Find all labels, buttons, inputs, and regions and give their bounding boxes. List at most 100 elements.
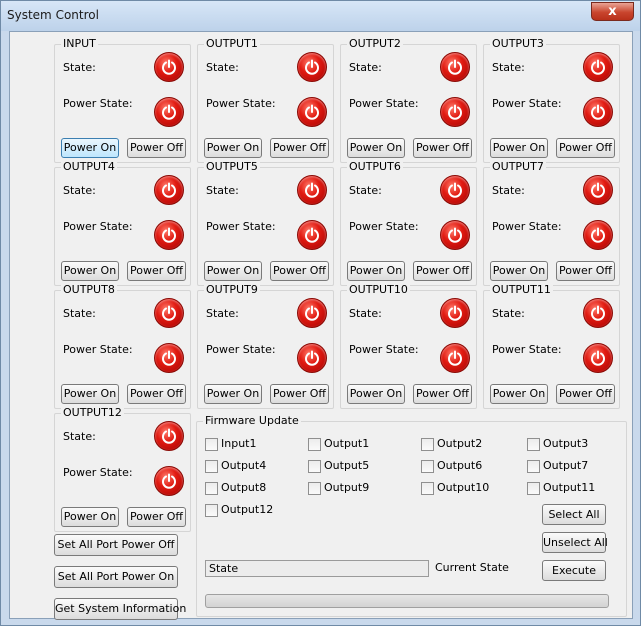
power-state-power-icon <box>154 97 184 127</box>
checkbox-output10[interactable] <box>421 482 434 495</box>
power-state-label: Power State: <box>349 343 419 356</box>
power-on-button[interactable]: Power On <box>61 507 119 527</box>
power-off-button[interactable]: Power Off <box>413 138 472 158</box>
power-on-button[interactable]: Power On <box>204 261 262 281</box>
checkbox-output12[interactable] <box>205 504 218 517</box>
set-all-power-on-button[interactable]: Set All Port Power On <box>54 566 178 588</box>
power-state-power-icon <box>154 343 184 373</box>
power-on-button[interactable]: Power On <box>204 138 262 158</box>
port-group-output1: OUTPUT1 State: Power State: Power On Power O… <box>197 37 334 163</box>
power-state-power-icon <box>297 343 327 373</box>
port-title: OUTPUT2 <box>347 37 403 50</box>
power-state-power-icon <box>154 220 184 250</box>
checkbox-label[interactable]: Output8 <box>221 481 266 494</box>
power-on-button[interactable]: Power On <box>490 384 548 404</box>
power-state-label: Power State: <box>63 466 133 479</box>
title-bar[interactable]: System Control x <box>1 1 640 31</box>
power-state-label: Power State: <box>492 97 562 110</box>
state-power-icon <box>154 52 184 82</box>
state-label: State: <box>492 307 525 320</box>
checkbox-label[interactable]: Output7 <box>543 459 588 472</box>
power-off-button[interactable]: Power Off <box>270 261 329 281</box>
power-on-button[interactable]: Power On <box>347 261 405 281</box>
checkbox-output9[interactable] <box>308 482 321 495</box>
power-off-button[interactable]: Power Off <box>413 384 472 404</box>
checkbox-label[interactable]: Output5 <box>324 459 369 472</box>
power-on-button[interactable]: Power On <box>490 261 548 281</box>
power-state-label: Power State: <box>492 343 562 356</box>
power-off-button[interactable]: Power Off <box>556 138 615 158</box>
port-group-output4: OUTPUT4 State: Power State: Power On Power O… <box>54 160 191 286</box>
close-button[interactable]: x <box>591 2 634 21</box>
port-group-output11: OUTPUT11 State: Power State: Power On Power … <box>483 283 620 409</box>
power-state-power-icon <box>583 220 613 250</box>
power-off-button[interactable]: Power Off <box>556 384 615 404</box>
power-off-button[interactable]: Power Off <box>270 384 329 404</box>
state-power-icon <box>583 175 613 205</box>
firmware-update-title: Firmware Update <box>203 414 301 427</box>
power-state-label: Power State: <box>63 220 133 233</box>
set-all-power-off-button[interactable]: Set All Port Power Off <box>54 534 178 556</box>
port-title: OUTPUT5 <box>204 160 260 173</box>
checkbox-output7[interactable] <box>527 460 540 473</box>
power-off-button[interactable]: Power Off <box>556 261 615 281</box>
state-power-icon <box>583 298 613 328</box>
power-on-button[interactable]: Power On <box>347 138 405 158</box>
power-state-label: Power State: <box>349 97 419 110</box>
power-off-button[interactable]: Power Off <box>127 507 186 527</box>
state-power-icon <box>154 421 184 451</box>
checkbox-output2[interactable] <box>421 438 434 451</box>
port-title: OUTPUT3 <box>490 37 546 50</box>
state-label: State: <box>349 61 382 74</box>
power-state-power-icon <box>440 97 470 127</box>
checkbox-label[interactable]: Output6 <box>437 459 482 472</box>
port-title: OUTPUT11 <box>490 283 553 296</box>
firmware-progress-bar <box>205 594 609 608</box>
checkbox-output11[interactable] <box>527 482 540 495</box>
power-on-button[interactable]: Power On <box>204 384 262 404</box>
checkbox-label[interactable]: Output2 <box>437 437 482 450</box>
checkbox-output6[interactable] <box>421 460 434 473</box>
power-off-button[interactable]: Power Off <box>270 138 329 158</box>
checkbox-output1[interactable] <box>308 438 321 451</box>
checkbox-label[interactable]: Output9 <box>324 481 369 494</box>
checkbox-label[interactable]: Input1 <box>221 437 256 450</box>
power-state-power-icon <box>154 466 184 496</box>
power-on-button[interactable]: Power On <box>61 138 119 158</box>
select-all-button[interactable]: Select All <box>542 504 606 525</box>
port-group-output2: OUTPUT2 State: Power State: Power On Power O… <box>340 37 477 163</box>
power-state-label: Power State: <box>206 220 276 233</box>
checkbox-output4[interactable] <box>205 460 218 473</box>
power-off-button[interactable]: Power Off <box>127 261 186 281</box>
power-state-label: Power State: <box>63 97 133 110</box>
checkbox-input1[interactable] <box>205 438 218 451</box>
power-on-button[interactable]: Power On <box>61 384 119 404</box>
port-title: OUTPUT6 <box>347 160 403 173</box>
port-title: OUTPUT8 <box>61 283 117 296</box>
power-state-label: Power State: <box>349 220 419 233</box>
state-power-icon <box>440 298 470 328</box>
unselect-all-button[interactable]: Unselect All <box>542 532 608 553</box>
checkbox-output5[interactable] <box>308 460 321 473</box>
client-area: INPUT State: Power State: Power On Power Off… <box>9 31 633 620</box>
power-off-button[interactable]: Power Off <box>413 261 472 281</box>
checkbox-output8[interactable] <box>205 482 218 495</box>
get-system-information-button[interactable]: Get System Information <box>54 598 186 620</box>
checkbox-label[interactable]: Output1 <box>324 437 369 450</box>
checkbox-label[interactable]: Output4 <box>221 459 266 472</box>
power-on-button[interactable]: Power On <box>347 384 405 404</box>
power-state-power-icon <box>440 343 470 373</box>
checkbox-output3[interactable] <box>527 438 540 451</box>
power-on-button[interactable]: Power On <box>61 261 119 281</box>
power-off-button[interactable]: Power Off <box>127 384 186 404</box>
checkbox-label[interactable]: Output12 <box>221 503 273 516</box>
state-label: State: <box>349 184 382 197</box>
power-off-button[interactable]: Power Off <box>127 138 186 158</box>
execute-button[interactable]: Execute <box>542 560 606 581</box>
checkbox-label[interactable]: Output11 <box>543 481 595 494</box>
power-on-button[interactable]: Power On <box>490 138 548 158</box>
state-power-icon <box>297 298 327 328</box>
checkbox-label[interactable]: Output3 <box>543 437 588 450</box>
checkbox-label[interactable]: Output10 <box>437 481 489 494</box>
state-power-icon <box>440 175 470 205</box>
